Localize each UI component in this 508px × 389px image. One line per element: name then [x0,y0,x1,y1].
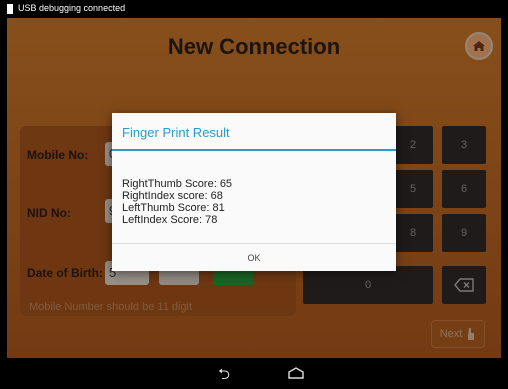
right-index-score: RightIndex score: 68 [122,190,223,202]
navigation-bar: ⮌ [0,358,508,387]
fingerprint-result-dialog: Finger Print Result RightThumb Score: 65… [112,113,396,271]
back-icon[interactable]: ⮌ [218,364,230,389]
right-thumb-score: RightThumb Score: 65 [122,178,233,190]
usb-icon [7,4,13,14]
dialog-divider [112,149,396,151]
status-bar: USB debugging connected [0,0,508,18]
dialog-body: RightThumb Score: 65 RightIndex score: 6… [122,178,232,226]
home-nav-icon[interactable] [287,367,305,379]
left-thumb-score: LeftThumb Score: 81 [122,202,225,214]
left-index-score: LeftIndex Score: 78 [122,214,218,226]
dialog-title: Finger Print Result [122,125,230,140]
ok-button[interactable]: OK [112,244,396,271]
status-text: USB debugging connected [18,3,126,13]
